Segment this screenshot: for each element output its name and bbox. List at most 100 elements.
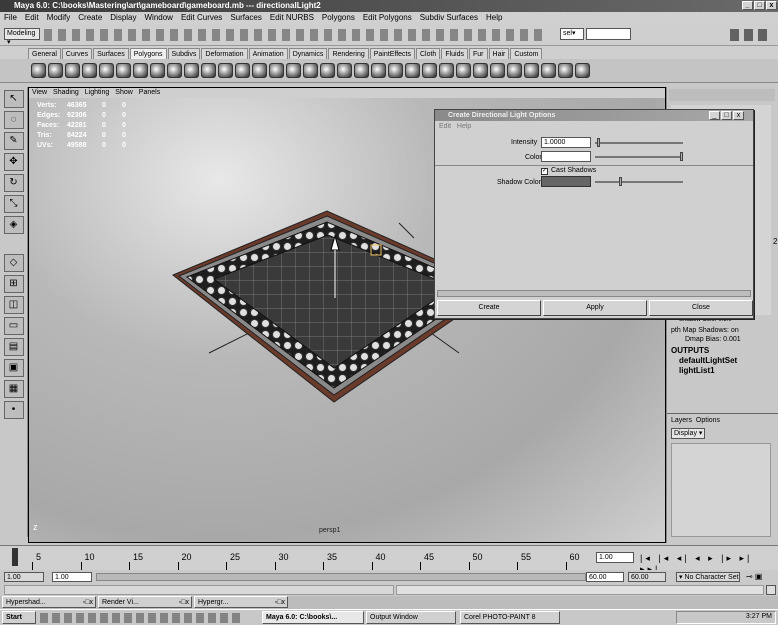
viewport-menu-show[interactable]: Show [115, 89, 133, 96]
shelf-tab-rendering[interactable]: Rendering [328, 48, 369, 59]
time-slider[interactable]: 1.00 |◂ |◂ ◂| ◂ ▸ |▸ ▸| ▸▸| 5 10 15 20 25 30 3… [0, 545, 778, 574]
menu-help[interactable]: Help [486, 13, 502, 22]
minimize-button[interactable]: _ [742, 1, 753, 10]
shelf-tool-icon[interactable] [473, 63, 488, 78]
shelf-tool-icon[interactable] [439, 63, 454, 78]
shadow-color-slider[interactable] [595, 181, 683, 183]
menu-edit-polygons[interactable]: Edit Polygons [363, 13, 412, 22]
paint-select-tool-icon[interactable]: ✎ [3, 132, 24, 150]
apply-button[interactable]: Apply [543, 300, 647, 316]
viewport-menu-shading[interactable]: Shading [53, 89, 79, 96]
layout-dope-icon[interactable]: ▦ [3, 380, 24, 398]
cast-shadows-checkbox[interactable]: ✓ [541, 168, 548, 175]
channel-box-toolbar[interactable] [669, 89, 775, 101]
selection-field[interactable]: sel▾ [560, 28, 584, 40]
shadow-color-swatch[interactable] [541, 176, 591, 187]
shelf-tool-icon[interactable] [150, 63, 165, 78]
shelf-tool-icon[interactable] [65, 63, 80, 78]
shelf-tool-icon[interactable] [48, 63, 63, 78]
shelf-tab-animation[interactable]: Animation [248, 48, 288, 59]
menu-surfaces[interactable]: Surfaces [230, 13, 262, 22]
shelf-tab-hair[interactable]: Hair [488, 48, 510, 59]
taskbar-item-maya[interactable]: Maya 6.0: C:\books\... [262, 611, 364, 624]
shelf-tool-icon[interactable] [371, 63, 386, 78]
status-icons[interactable] [44, 29, 544, 41]
color-slider-handle[interactable] [680, 152, 683, 161]
shelf-tool-icon[interactable] [167, 63, 182, 78]
shelf-tab-curves[interactable]: Curves [61, 48, 93, 59]
scale-tool-icon[interactable]: ⤡ [3, 195, 24, 213]
layout-extra-icon[interactable]: • [3, 401, 24, 419]
move-tool-icon[interactable]: ✥ [3, 153, 24, 171]
layout-graph-icon[interactable]: ▤ [3, 338, 24, 356]
shelf-tool-icon[interactable] [507, 63, 522, 78]
layout-single-icon[interactable]: ◇ [3, 254, 24, 272]
shelf-tool-icon[interactable] [116, 63, 131, 78]
menu-edit-curves[interactable]: Edit Curves [181, 13, 222, 22]
layout-hypershade-icon[interactable]: ▣ [3, 359, 24, 377]
mode-selector[interactable]: Modeling ▾ [4, 28, 40, 46]
shelf-tool-icon[interactable] [235, 63, 250, 78]
shelf-tool-icon[interactable] [422, 63, 437, 78]
menu-edit[interactable]: Edit [25, 13, 39, 22]
shelf-tab-polygons[interactable]: Polygons [129, 48, 167, 59]
shelf-tab-painteffects[interactable]: PaintEffects [369, 48, 415, 59]
menu-modify[interactable]: Modify [47, 13, 71, 22]
shelf-tool-icon[interactable] [286, 63, 301, 78]
shelf-tab-general[interactable]: General [28, 48, 61, 59]
layout-persp-outliner-icon[interactable]: ▭ [3, 317, 24, 335]
layers-menu[interactable]: Layers Options [671, 417, 720, 424]
current-frame-input[interactable]: 1.00 [596, 552, 634, 563]
create-button[interactable]: Create [437, 300, 541, 316]
shelf-tool-icon[interactable] [218, 63, 233, 78]
shelf-tab-dynamics[interactable]: Dynamics [288, 48, 328, 59]
menu-window[interactable]: Window [145, 13, 173, 22]
menu-subdiv-surfaces[interactable]: Subdiv Surfaces [420, 13, 478, 22]
end-time-input[interactable]: 60.00 [628, 572, 666, 582]
taskbar-item-output[interactable]: Output Window [366, 611, 456, 624]
shelf-tool-icon[interactable] [337, 63, 352, 78]
shelf-tool-icon[interactable] [524, 63, 539, 78]
script-editor-icon[interactable] [766, 585, 776, 595]
current-time-marker[interactable] [12, 548, 18, 566]
start-time-input[interactable]: 1.00 [4, 572, 44, 582]
viewport-menu-lighting[interactable]: Lighting [85, 89, 110, 96]
output-item[interactable]: defaultLightSet [679, 356, 737, 365]
shelf-tool-icon[interactable] [388, 63, 403, 78]
menu-edit-nurbs[interactable]: Edit NURBS [270, 13, 314, 22]
shelf-tool-icon[interactable] [541, 63, 556, 78]
window-controls-icon[interactable]: ▫□x [83, 597, 93, 607]
dialog-menu[interactable]: Edit Help [439, 123, 471, 130]
window-controls-icon[interactable]: ▫□x [275, 597, 285, 607]
lasso-tool-icon[interactable]: ◌ [3, 111, 24, 129]
shelf-tool-icon[interactable] [354, 63, 369, 78]
shelf-tool-icon[interactable] [405, 63, 420, 78]
shelf-tool-icon[interactable] [82, 63, 97, 78]
shelf-tool-icon[interactable] [31, 63, 46, 78]
taskbar-item-corel[interactable]: Corel PHOTO-PAINT 8 [460, 611, 560, 624]
minimized-window[interactable]: Hypershad... ▫□x [2, 596, 96, 608]
intensity-slider-handle[interactable] [597, 138, 600, 147]
layer-display-dropdown[interactable]: Display ▾ [671, 428, 705, 439]
manipulator-tool-icon[interactable]: ◈ [3, 216, 24, 234]
color-slider[interactable] [595, 156, 683, 158]
viewport-menu-panels[interactable]: Panels [139, 89, 160, 96]
shelf-tool-icon[interactable] [184, 63, 199, 78]
shelf-tool-icon[interactable] [456, 63, 471, 78]
dialog-scrollbar[interactable] [437, 290, 751, 297]
playback-end-input[interactable]: 60.00 [586, 572, 624, 582]
layout-side-icon[interactable]: ◫ [3, 296, 24, 314]
intensity-slider[interactable] [595, 142, 683, 144]
shelf-tab-subdivs[interactable]: Subdivs [167, 48, 201, 59]
shelf-tool-icon[interactable] [490, 63, 505, 78]
shelf-tool-icon[interactable] [575, 63, 590, 78]
shelf-tool-icon[interactable] [201, 63, 216, 78]
shelf-tab-fluids[interactable]: Fluids [441, 48, 469, 59]
menu-file[interactable]: File [4, 13, 17, 22]
shelf-tool-icon[interactable] [269, 63, 284, 78]
rotate-tool-icon[interactable]: ↻ [3, 174, 24, 192]
shelf-tool-icon[interactable] [320, 63, 335, 78]
playback-controls[interactable]: |◂ |◂ ◂| ◂ ▸ |▸ ▸| ▸▸| [640, 553, 776, 574]
viewport-menu-view[interactable]: View [32, 89, 47, 96]
window-controls-icon[interactable]: ▫□x [179, 597, 189, 607]
